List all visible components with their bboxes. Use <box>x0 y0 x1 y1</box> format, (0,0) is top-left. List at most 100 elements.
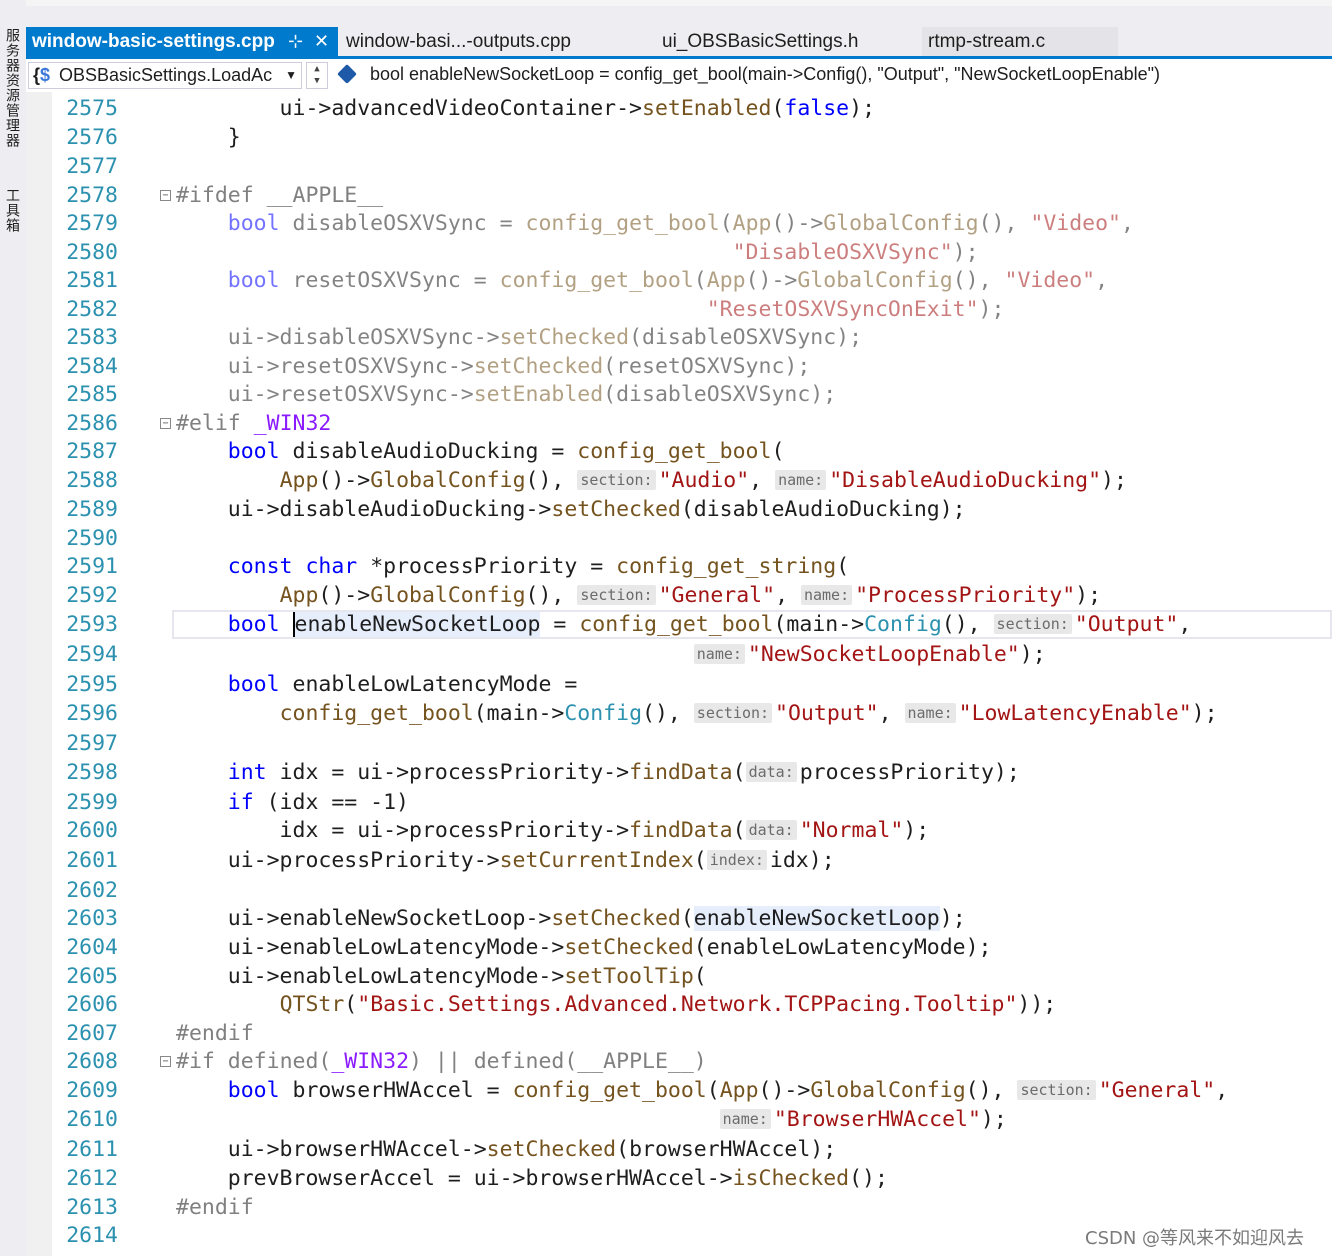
code-line[interactable]: 2586 − #elif _WIN32 <box>52 409 1332 438</box>
code-text: prevBrowserAccel = ui->browserHWAccel->i… <box>176 1166 888 1191</box>
code-line[interactable]: 2592 App()->GlobalConfig(), section: "Gen… <box>52 581 1332 610</box>
code-text: #ifdef __APPLE__ <box>176 183 384 208</box>
code-text: bool browserHWAccel = config_get_bool(Ap… <box>227 1078 1229 1103</box>
code-editor[interactable]: 2575 ui->advancedVideoContainer->setEnab… <box>52 92 1332 1256</box>
code-line[interactable]: 2600 idx = ui->processPriority->findData… <box>52 816 1332 845</box>
tab-label: window-basi...-outputs.cpp <box>346 31 571 52</box>
code-line[interactable]: 2601 ui->processPriority->setCurrentInde… <box>52 846 1332 875</box>
code-text: #endif <box>176 1195 254 1220</box>
code-line[interactable]: 2597 <box>52 729 1332 758</box>
line-number: 2602 <box>66 878 118 903</box>
fold-toggle-icon[interactable]: − <box>160 1056 171 1067</box>
scope-spinner[interactable]: ▲ ▼ <box>306 62 328 89</box>
code-line[interactable]: 2580 "DisableOSXVSync"); <box>52 238 1332 267</box>
code-line[interactable]: 2596 config_get_bool(main->Config(), sec… <box>52 699 1332 728</box>
code-line[interactable]: 2602 <box>52 876 1332 905</box>
line-number: 2608 <box>66 1049 118 1074</box>
code-text: "ResetOSXVSyncOnExit"); <box>706 297 1005 322</box>
tab-rtmp-stream-c[interactable]: rtmp-stream.c <box>922 27 1118 56</box>
code-line[interactable]: 2607 #endif <box>52 1019 1332 1048</box>
code-line[interactable]: 2598 int idx = ui->processPriority->find… <box>52 758 1332 787</box>
code-line[interactable]: 2578 − #ifdef __APPLE__ <box>52 181 1332 210</box>
code-line[interactable]: 2605 ui->enableLowLatencyMode->setToolTi… <box>52 962 1332 991</box>
code-line[interactable]: 2593 bool enableNewSocketLoop = config_g… <box>52 610 1332 639</box>
fold-toggle-icon[interactable]: − <box>160 418 171 429</box>
member-dropdown[interactable]: bool enableNewSocketLoop = config_get_bo… <box>336 62 1160 89</box>
line-number: 2599 <box>66 790 118 815</box>
code-text: idx = ui->processPriority->findData(data… <box>176 818 930 843</box>
line-number: 2590 <box>66 526 118 551</box>
code-line[interactable]: 2595 bool enableLowLatencyMode = <box>52 670 1332 699</box>
close-icon[interactable]: ✕ <box>314 27 329 56</box>
code-line[interactable]: 2609 bool browserHWAccel = config_get_bo… <box>52 1076 1332 1105</box>
code-text: bool disableAudioDucking = config_get_bo… <box>227 439 785 464</box>
tab-window-basic-outputs[interactable]: window-basi...-outputs.cpp <box>340 27 646 56</box>
server-explorer-tab[interactable]: 服务器资源管理器 <box>2 28 22 148</box>
tab-label: ui_OBSBasicSettings.h <box>662 31 859 52</box>
code-line[interactable]: 2594 name: "NewSocketLoopEnable"); <box>52 640 1332 669</box>
scope-dropdown[interactable]: {$ OBSBasicSettings.LoadAc ▼ <box>28 62 302 89</box>
tab-ui-obsbasicsettings-h[interactable]: ui_OBSBasicSettings.h <box>656 27 916 56</box>
code-text: App()->GlobalConfig(), section: "General"… <box>279 583 1102 608</box>
code-line[interactable]: 2599 if (idx == -1) <box>52 788 1332 817</box>
code-text: #endif <box>176 1021 254 1046</box>
line-number: 2613 <box>66 1195 118 1220</box>
code-line[interactable]: 2612 prevBrowserAccel = ui->browserHWAcc… <box>52 1164 1332 1193</box>
line-number: 2583 <box>66 325 118 350</box>
toolbox-tab[interactable]: 工具箱 <box>2 188 22 233</box>
code-line[interactable]: 2576 } <box>52 123 1332 152</box>
code-line[interactable]: 2588 App()->GlobalConfig(), section: "Aud… <box>52 466 1332 495</box>
code-line[interactable]: 2604 ui->enableLowLatencyMode->setChecke… <box>52 933 1332 962</box>
code-line[interactable]: 2583 ui->disableOSXVSync->setChecked(dis… <box>52 323 1332 352</box>
line-number: 2600 <box>66 818 118 843</box>
code-text: int idx = ui->processPriority->findData(… <box>227 760 1020 785</box>
navigation-bar: {$ OBSBasicSettings.LoadAc ▼ ▲ ▼ bool ena… <box>26 59 1332 93</box>
code-line[interactable]: 2587 bool disableAudioDucking = config_g… <box>52 437 1332 466</box>
tab-window-basic-settings[interactable]: window-basic-settings.cpp ⊹ ✕ <box>26 27 338 56</box>
fold-toggle-icon[interactable]: − <box>160 190 171 201</box>
code-line[interactable]: 2603 ui->enableNewSocketLoop->setChecked… <box>52 904 1332 933</box>
code-line[interactable]: 2613 #endif <box>52 1193 1332 1222</box>
member-label: bool enableNewSocketLoop = config_get_bo… <box>370 64 1161 84</box>
code-line[interactable]: 2584 ui->resetOSXVSync->setChecked(reset… <box>52 352 1332 381</box>
code-text: "DisableOSXVSync"); <box>732 240 979 265</box>
code-line[interactable]: 2591 const char *processPriority = confi… <box>52 552 1332 581</box>
code-line[interactable]: 2577 <box>52 152 1332 181</box>
code-line[interactable]: 2610 name: "BrowserHWAccel"); <box>52 1105 1332 1134</box>
line-number: 2610 <box>66 1107 118 1132</box>
line-number: 2603 <box>66 906 118 931</box>
code-text: bool disableOSXVSync = config_get_bool(A… <box>227 211 1134 236</box>
code-text: ui->advancedVideoContainer->setEnabled(f… <box>176 96 876 121</box>
code-line[interactable]: 2582 "ResetOSXVSyncOnExit"); <box>52 295 1332 324</box>
line-number: 2582 <box>66 297 118 322</box>
line-number: 2579 <box>66 211 118 236</box>
code-line[interactable]: 2579 bool disableOSXVSync = config_get_b… <box>52 209 1332 238</box>
chevron-down-icon: ▼ <box>285 68 297 82</box>
scope-label: OBSBasicSettings.LoadAc <box>59 65 273 85</box>
code-line[interactable]: 2589 ui->disableAudioDucking->setChecked… <box>52 495 1332 524</box>
line-number: 2592 <box>66 583 118 608</box>
line-number: 2595 <box>66 672 118 697</box>
code-text: bool resetOSXVSync = config_get_bool(App… <box>227 268 1109 293</box>
watermark: CSDN @等风来不如迎风去 <box>1085 1228 1305 1249</box>
code-line[interactable]: 2606 QTStr("Basic.Settings.Advanced.Netw… <box>52 990 1332 1019</box>
line-number: 2605 <box>66 964 118 989</box>
code-text: QTStr("Basic.Settings.Advanced.Network.T… <box>279 992 1057 1017</box>
line-number: 2591 <box>66 554 118 579</box>
line-number: 2593 <box>66 612 118 637</box>
pin-icon[interactable]: ⊹ <box>288 27 303 56</box>
code-line[interactable]: 2611 ui->browserHWAccel->setChecked(brow… <box>52 1135 1332 1164</box>
code-text: ui->resetOSXVSync->setChecked(resetOSXVS… <box>176 354 811 379</box>
code-text: #elif _WIN32 <box>176 411 332 436</box>
code-line[interactable]: 2585 ui->resetOSXVSync->setEnabled(disab… <box>52 380 1332 409</box>
code-text: ui->disableAudioDucking->setChecked(disa… <box>176 497 966 522</box>
code-text: if (idx == -1) <box>227 790 410 815</box>
code-line[interactable]: 2581 bool resetOSXVSync = config_get_boo… <box>52 266 1332 295</box>
code-line[interactable]: 2575 ui->advancedVideoContainer->setEnab… <box>52 94 1332 123</box>
variable-icon <box>337 64 357 84</box>
code-text: ui->processPriority->setCurrentIndex(ind… <box>176 848 835 873</box>
line-number: 2612 <box>66 1166 118 1191</box>
code-line[interactable]: 2608 − #if defined(_WIN32) || defined(__AP… <box>52 1047 1332 1076</box>
code-line[interactable]: 2590 <box>52 524 1332 553</box>
line-number: 2585 <box>66 382 118 407</box>
